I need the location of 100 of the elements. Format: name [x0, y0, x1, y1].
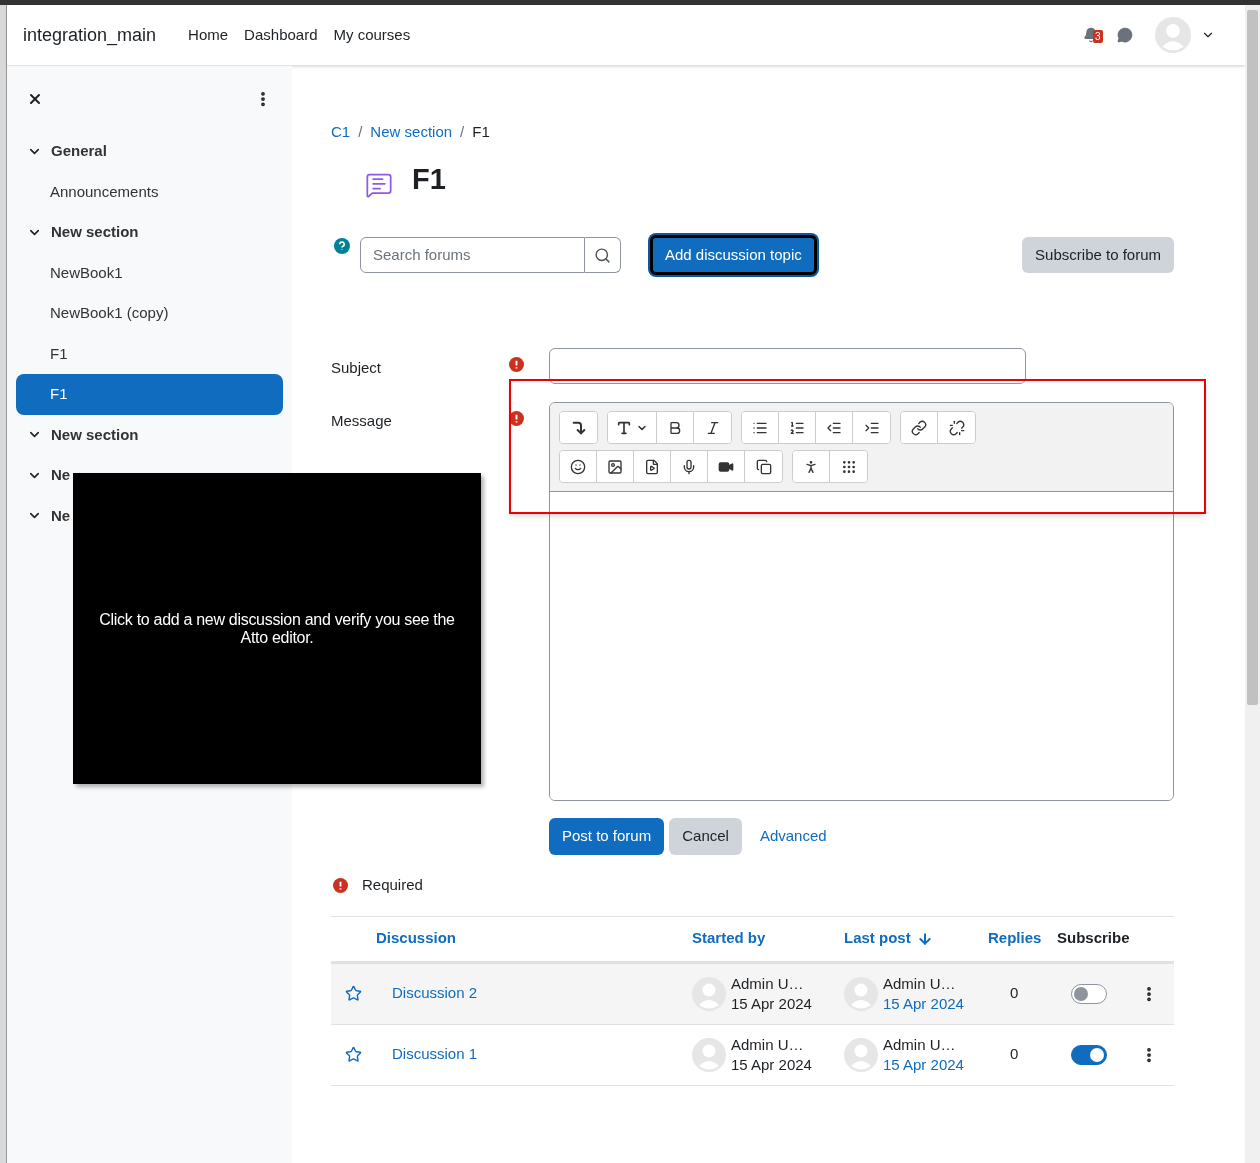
subject-label: Subject: [331, 358, 383, 378]
site-name[interactable]: integration_main: [23, 21, 157, 49]
nav-link[interactable]: My courses: [333, 23, 411, 47]
italic-button[interactable]: [694, 412, 731, 443]
messages-icon[interactable]: [1117, 27, 1133, 43]
activity-link[interactable]: NewBook1: [16, 252, 283, 293]
column-header[interactable]: Discussion: [376, 927, 457, 950]
section-link[interactable]: General: [51, 140, 107, 163]
unlink-icon: [948, 419, 965, 436]
avatar-icon: [844, 976, 878, 1011]
avatar-icon: [1155, 17, 1191, 53]
smiley-icon: [570, 458, 586, 475]
collapse-button[interactable]: [560, 412, 597, 443]
emoji-button[interactable]: [560, 451, 597, 482]
indent-button[interactable]: [853, 412, 890, 443]
required-note: Required: [362, 875, 423, 895]
subscribe-toggle[interactable]: [1071, 983, 1107, 1004]
accessibility-icon: [803, 458, 819, 475]
message-label: Message: [331, 411, 393, 431]
subscribe-button[interactable]: Subscribe to forum: [1022, 237, 1174, 273]
section-link[interactable]: New section: [51, 221, 139, 244]
last-post-link[interactable]: 15 Apr 2024: [883, 993, 964, 1014]
nav-link[interactable]: Home: [188, 23, 229, 47]
breadcrumb-link[interactable]: C1: [331, 121, 351, 144]
bullet-list-button[interactable]: [742, 412, 779, 443]
activity-link[interactable]: Announcements: [16, 171, 283, 212]
nav-link[interactable]: Dashboard: [244, 23, 318, 47]
breadcrumb-separator: /: [460, 122, 465, 142]
column-header[interactable]: Replies: [988, 927, 1042, 950]
unlink-button[interactable]: [938, 412, 975, 443]
arrow-down-right-icon: [570, 419, 587, 436]
image-icon: [607, 458, 623, 475]
close-icon[interactable]: [27, 91, 43, 107]
post-button[interactable]: Post to forum: [549, 818, 665, 855]
outdent-button[interactable]: [816, 412, 853, 443]
column-header: Subscribe: [1057, 928, 1130, 949]
microphone-icon: [681, 458, 697, 475]
avatar-icon: [692, 1037, 726, 1072]
link-button[interactable]: [901, 412, 938, 443]
start-date: 15 Apr 2024: [731, 993, 812, 1014]
author-name: Admin U…: [731, 973, 805, 994]
scrollbar-thumb[interactable]: [1247, 10, 1258, 705]
section-link[interactable]: Ne: [51, 504, 71, 527]
record-audio-button[interactable]: [671, 451, 708, 482]
media-button[interactable]: [634, 451, 671, 482]
reply-count: 0: [1010, 1045, 1019, 1063]
numbered-list-button[interactable]: [779, 412, 816, 443]
activity-link[interactable]: F1: [16, 374, 283, 415]
copy-icon: [755, 458, 772, 475]
font-style-button[interactable]: [608, 412, 657, 443]
grid-button[interactable]: [830, 451, 867, 482]
record-video-button[interactable]: [708, 451, 745, 482]
breadcrumb-link[interactable]: New section: [370, 121, 453, 144]
activity-link[interactable]: NewBook1 (copy): [16, 293, 283, 334]
discussion-link[interactable]: Discussion 1: [392, 1045, 478, 1063]
start-date: 15 Apr 2024: [731, 1054, 812, 1075]
forum-icon: [365, 171, 393, 200]
author-name: Admin U…: [883, 1034, 957, 1055]
bold-icon: [667, 419, 683, 436]
breadcrumb-separator: /: [358, 122, 363, 142]
discussion-link[interactable]: Discussion 2: [392, 984, 478, 1002]
breadcrumb-current: F1: [472, 122, 490, 142]
star-icon[interactable]: [345, 1046, 362, 1063]
section-link[interactable]: Ne: [51, 464, 71, 487]
subject-field[interactable]: [549, 348, 1026, 384]
reply-count: 0: [1010, 984, 1019, 1002]
required-icon: [509, 411, 524, 426]
link-icon: [911, 419, 927, 436]
avatar-icon: [692, 976, 726, 1011]
subscribe-toggle[interactable]: [1071, 1044, 1107, 1065]
add-discussion-button[interactable]: Add discussion topic: [650, 235, 817, 275]
section-link[interactable]: New section: [51, 423, 139, 446]
column-header[interactable]: Last post: [844, 927, 911, 950]
required-icon: [333, 877, 348, 893]
column-header[interactable]: Started by: [692, 927, 766, 950]
bold-button[interactable]: [657, 412, 694, 443]
accessibility-button[interactable]: [793, 451, 830, 482]
image-button[interactable]: [597, 451, 634, 482]
page-title: F1: [412, 161, 446, 197]
notification-badge: 3: [1093, 30, 1103, 43]
numbered-list-icon: [789, 419, 805, 436]
author-name: Admin U…: [883, 973, 957, 994]
search-field[interactable]: Search forums: [360, 237, 585, 273]
activity-link[interactable]: F1: [16, 333, 283, 374]
media-file-icon: [644, 458, 660, 475]
search-button[interactable]: [585, 237, 621, 273]
avatar-icon: [844, 1037, 878, 1072]
scrollbar[interactable]: [1245, 5, 1260, 1163]
author-name: Admin U…: [731, 1034, 805, 1055]
font-icon: [616, 419, 632, 436]
dots-grid-icon: [840, 458, 857, 475]
copy-button[interactable]: [745, 451, 782, 482]
advanced-link[interactable]: Advanced: [759, 825, 827, 848]
instruction-text: Click to add a new discussion and verify you see the Atto editor.: [98, 610, 456, 647]
star-icon[interactable]: [345, 985, 362, 1002]
cancel-button[interactable]: Cancel: [669, 818, 742, 855]
last-post-link[interactable]: 15 Apr 2024: [883, 1054, 964, 1075]
search-icon: [594, 246, 611, 264]
help-icon[interactable]: [334, 238, 350, 254]
required-icon: [509, 357, 524, 372]
